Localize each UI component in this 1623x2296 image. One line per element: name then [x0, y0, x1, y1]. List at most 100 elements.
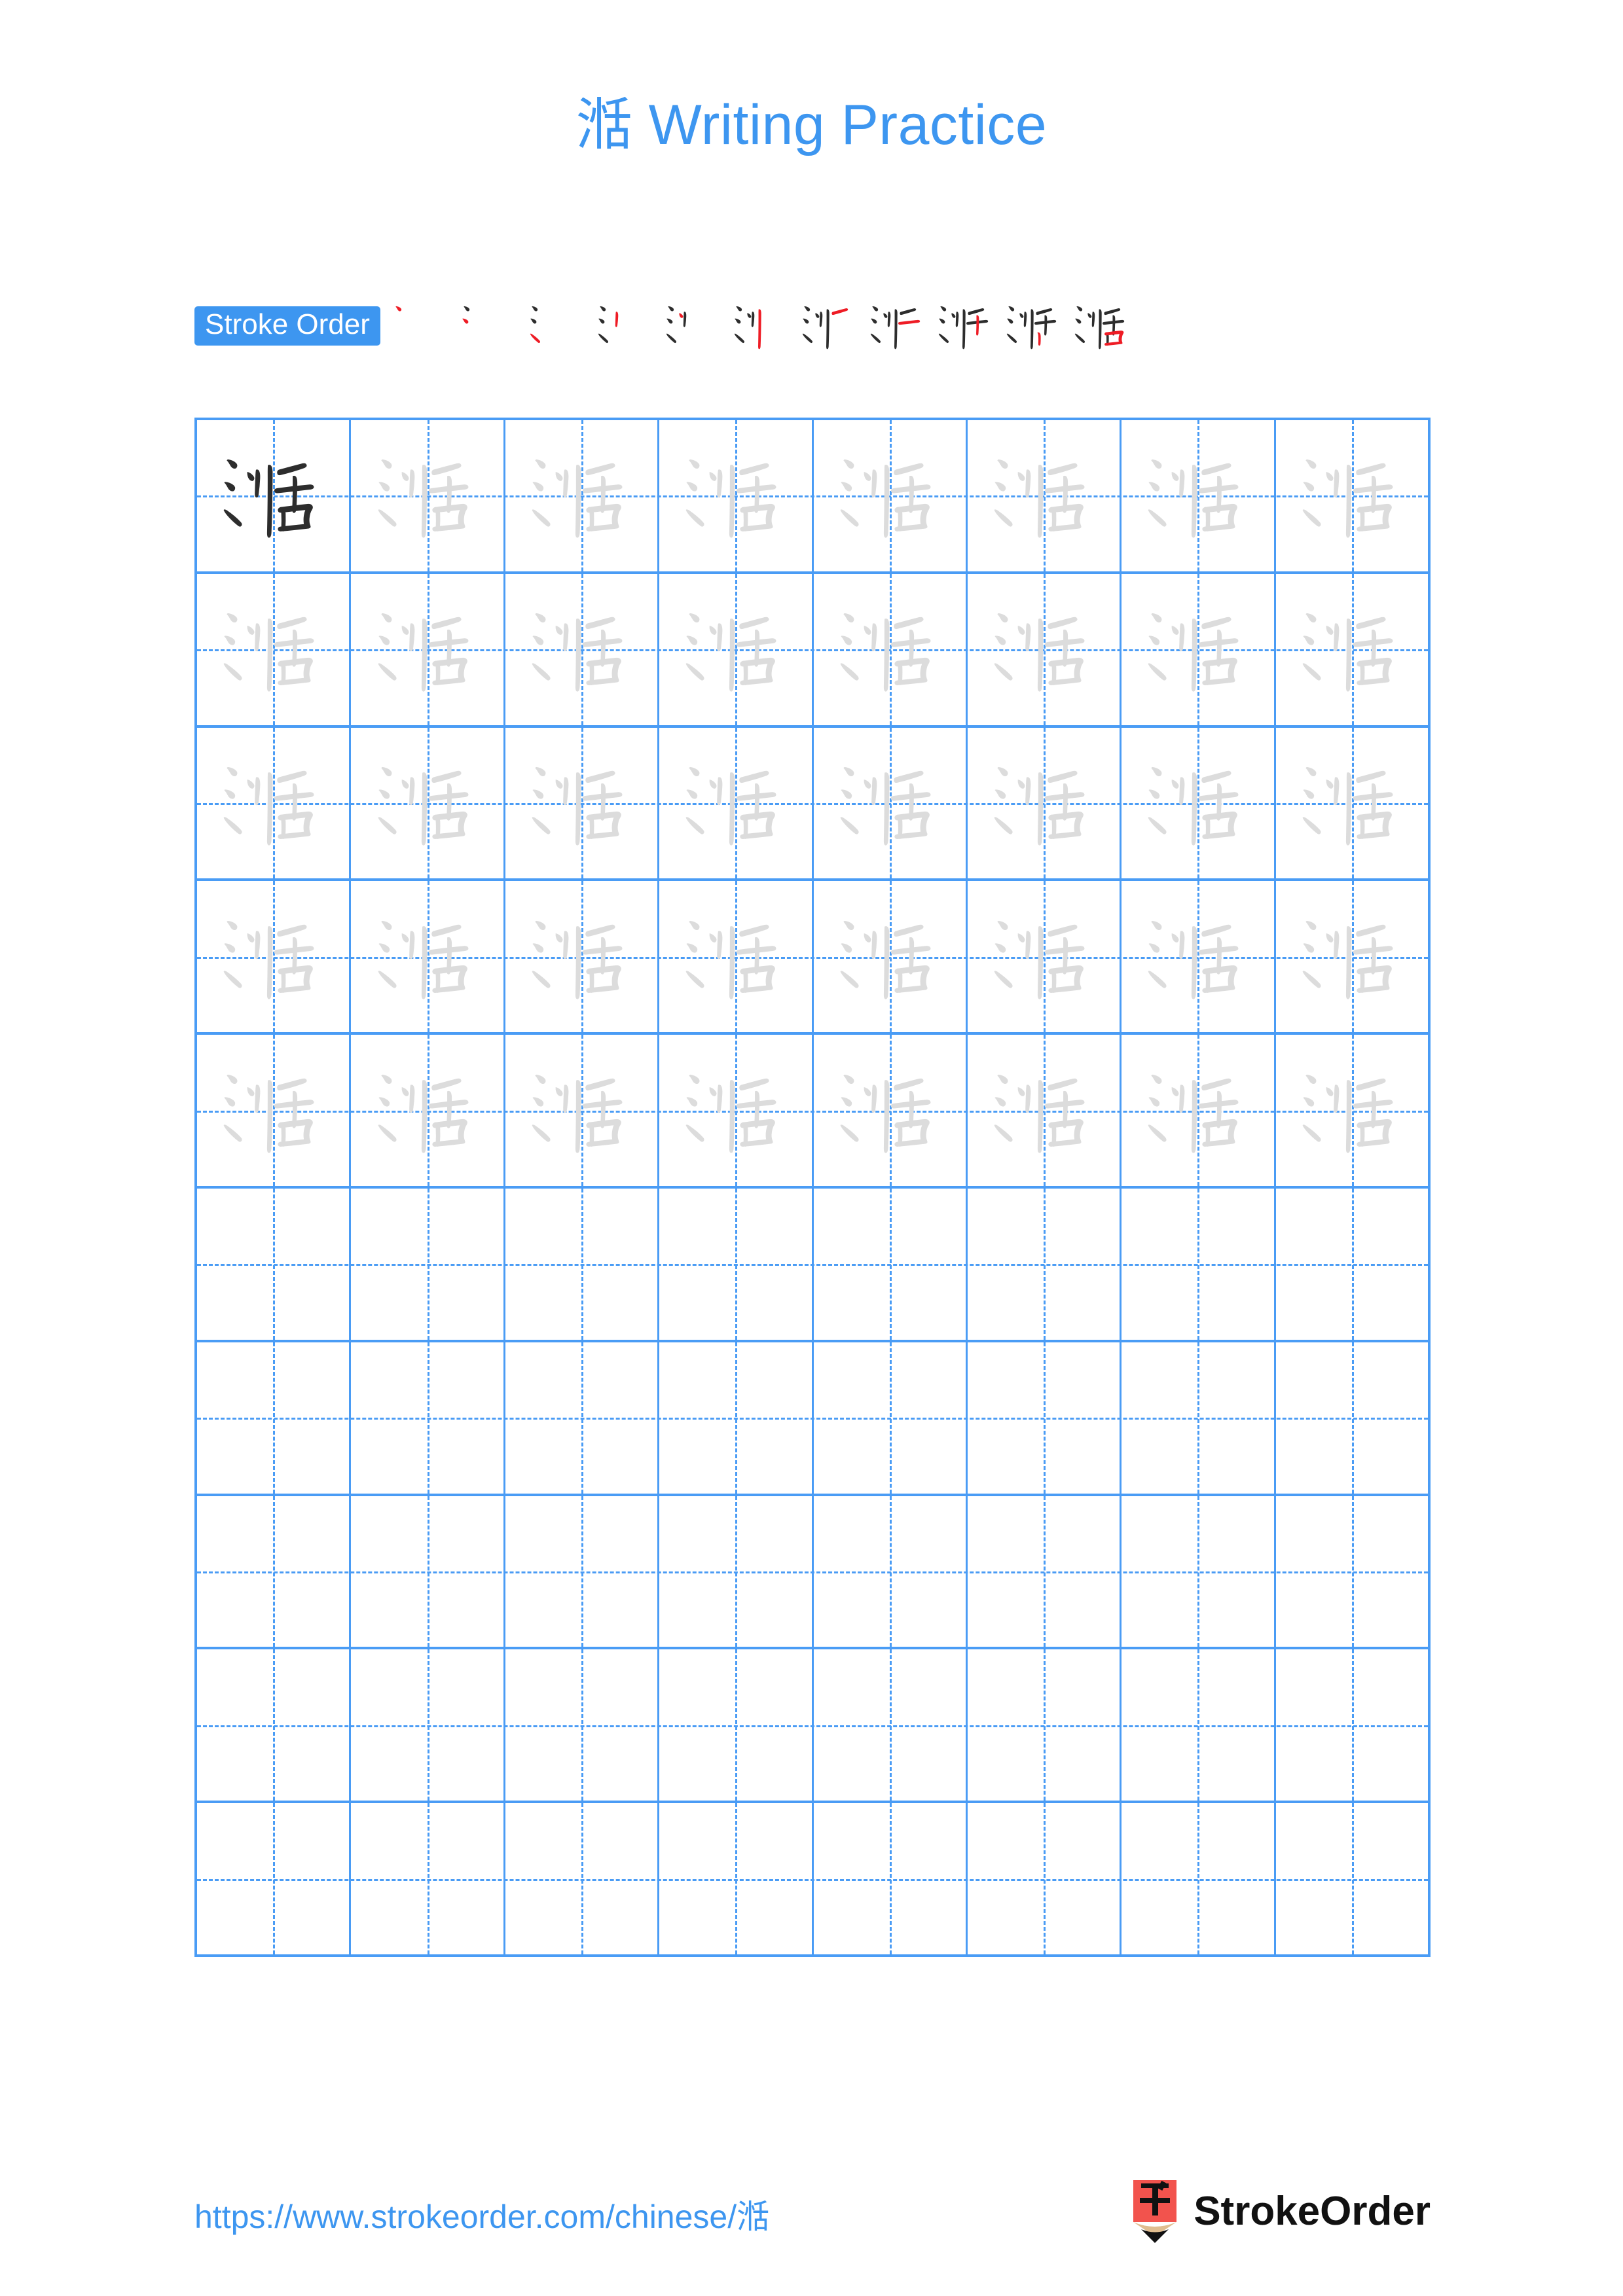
practice-grid-cell[interactable]	[351, 1496, 505, 1647]
practice-grid-cell[interactable]	[1276, 1496, 1428, 1647]
practice-grid-cell[interactable]	[814, 727, 968, 879]
source-url-link[interactable]: https://www.strokeorder.com/chinese/湉	[194, 2191, 769, 2238]
practice-grid-cell[interactable]	[659, 1342, 814, 1494]
practice-grid-cell[interactable]	[1276, 573, 1428, 725]
practice-grid-cell[interactable]	[197, 573, 352, 725]
practice-grid-cell[interactable]	[505, 420, 660, 571]
page-title-text: 湉 Writing Practice	[575, 94, 1048, 156]
practice-grid-cell[interactable]	[505, 1188, 660, 1340]
practice-grid-cell[interactable]	[1122, 420, 1276, 571]
practice-grid-cell[interactable]	[659, 1188, 814, 1340]
practice-grid-cell[interactable]	[197, 1188, 352, 1340]
practice-grid-cell[interactable]	[1122, 1342, 1276, 1494]
practice-grid-cell[interactable]	[505, 1342, 660, 1494]
practice-grid-cell[interactable]	[659, 420, 814, 571]
practice-grid-cell[interactable]	[1122, 727, 1276, 879]
practice-grid-cell[interactable]	[351, 1342, 505, 1494]
stroke-order-step	[1000, 292, 1068, 360]
practice-grid-cell[interactable]	[968, 1188, 1122, 1340]
practice-grid-cell[interactable]	[1276, 420, 1428, 571]
practice-grid-cell[interactable]	[505, 1035, 660, 1186]
practice-grid-cell[interactable]	[659, 881, 814, 1033]
practice-grid-row	[197, 881, 1428, 1035]
practice-grid-cell[interactable]	[1122, 1035, 1276, 1186]
practice-grid-cell[interactable]	[505, 573, 660, 725]
practice-grid-cell[interactable]	[659, 727, 814, 879]
practice-grid-cell[interactable]	[1122, 881, 1276, 1033]
practice-grid-cell[interactable]	[1122, 1188, 1276, 1340]
practice-grid-cell[interactable]	[1122, 1496, 1276, 1647]
brand-lockup: StrokeOrder	[1131, 2180, 1431, 2243]
practice-grid-cell[interactable]	[1276, 1342, 1428, 1494]
practice-grid-cell[interactable]	[814, 420, 968, 571]
practice-grid-cell[interactable]	[814, 1649, 968, 1801]
practice-grid-cell[interactable]	[968, 1803, 1122, 1954]
practice-grid-cell[interactable]	[1276, 1188, 1428, 1340]
practice-grid-cell[interactable]	[351, 1188, 505, 1340]
trace-character	[673, 1049, 797, 1173]
practice-grid-cell[interactable]	[968, 1649, 1122, 1801]
practice-grid-cell[interactable]	[505, 1496, 660, 1647]
practice-grid-cell[interactable]	[351, 1649, 505, 1801]
practice-grid-cell[interactable]	[659, 1496, 814, 1647]
trace-character	[1135, 895, 1260, 1019]
practice-grid-cell[interactable]	[659, 573, 814, 725]
practice-grid-cell[interactable]	[659, 1035, 814, 1186]
model-character	[211, 433, 335, 558]
practice-grid-cell[interactable]	[505, 881, 660, 1033]
practice-grid-cell[interactable]	[814, 1496, 968, 1647]
practice-grid-cell[interactable]	[351, 881, 505, 1033]
practice-grid-cell[interactable]	[1276, 1803, 1428, 1954]
practice-grid-cell[interactable]	[197, 881, 352, 1033]
practice-grid-cell[interactable]	[814, 881, 968, 1033]
practice-grid-cell[interactable]	[814, 1803, 968, 1954]
practice-grid-cell[interactable]	[968, 727, 1122, 879]
practice-grid-cell[interactable]	[1276, 1035, 1428, 1186]
practice-grid-cell[interactable]	[1122, 1803, 1276, 1954]
practice-grid-cell[interactable]	[814, 573, 968, 725]
practice-grid-cell[interactable]	[1122, 1649, 1276, 1801]
practice-grid-cell[interactable]	[197, 1803, 352, 1954]
trace-character	[981, 895, 1106, 1019]
practice-grid-cell[interactable]	[351, 1035, 505, 1186]
practice-grid-cell[interactable]	[814, 1035, 968, 1186]
practice-grid-cell[interactable]	[968, 420, 1122, 571]
practice-grid-cell[interactable]	[505, 1803, 660, 1954]
trace-character	[1290, 1049, 1414, 1173]
practice-grid-cell[interactable]	[197, 727, 352, 879]
practice-grid-cell[interactable]	[351, 1803, 505, 1954]
practice-grid-cell[interactable]	[1276, 727, 1428, 879]
brand-name: StrokeOrder	[1194, 2189, 1431, 2234]
practice-grid-cell[interactable]	[197, 1342, 352, 1494]
practice-grid-cell[interactable]	[351, 420, 505, 571]
practice-grid-cell[interactable]	[814, 1342, 968, 1494]
practice-grid-cell[interactable]	[814, 1188, 968, 1340]
practice-grid-cell[interactable]	[197, 1035, 352, 1186]
practice-grid-cell[interactable]	[197, 1649, 352, 1801]
practice-grid-row	[197, 1188, 1428, 1342]
practice-grid-cell[interactable]	[659, 1803, 814, 1954]
trace-character	[828, 895, 952, 1019]
practice-grid-cell[interactable]	[197, 1496, 352, 1647]
practice-grid-cell[interactable]	[968, 1496, 1122, 1647]
practice-grid-cell[interactable]	[505, 1649, 660, 1801]
trace-character	[828, 1049, 952, 1173]
practice-grid-cell[interactable]	[968, 1342, 1122, 1494]
trace-character	[1290, 895, 1414, 1019]
trace-character	[828, 433, 952, 558]
practice-grid-cell[interactable]	[968, 1035, 1122, 1186]
practice-grid-cell[interactable]	[968, 573, 1122, 725]
practice-grid-cell[interactable]	[351, 573, 505, 725]
practice-grid-cell[interactable]	[505, 727, 660, 879]
stroke-order-step	[932, 292, 1000, 360]
practice-grid-cell[interactable]	[968, 881, 1122, 1033]
practice-grid-cell[interactable]	[659, 1649, 814, 1801]
practice-grid-cell[interactable]	[351, 727, 505, 879]
practice-grid	[194, 418, 1431, 1957]
practice-grid-cell[interactable]	[197, 420, 352, 571]
practice-grid-cell[interactable]	[1276, 881, 1428, 1032]
practice-grid-cell[interactable]	[1276, 1649, 1428, 1801]
practice-grid-row	[197, 573, 1428, 728]
practice-grid-cell[interactable]	[1122, 573, 1276, 725]
trace-character	[519, 433, 644, 558]
